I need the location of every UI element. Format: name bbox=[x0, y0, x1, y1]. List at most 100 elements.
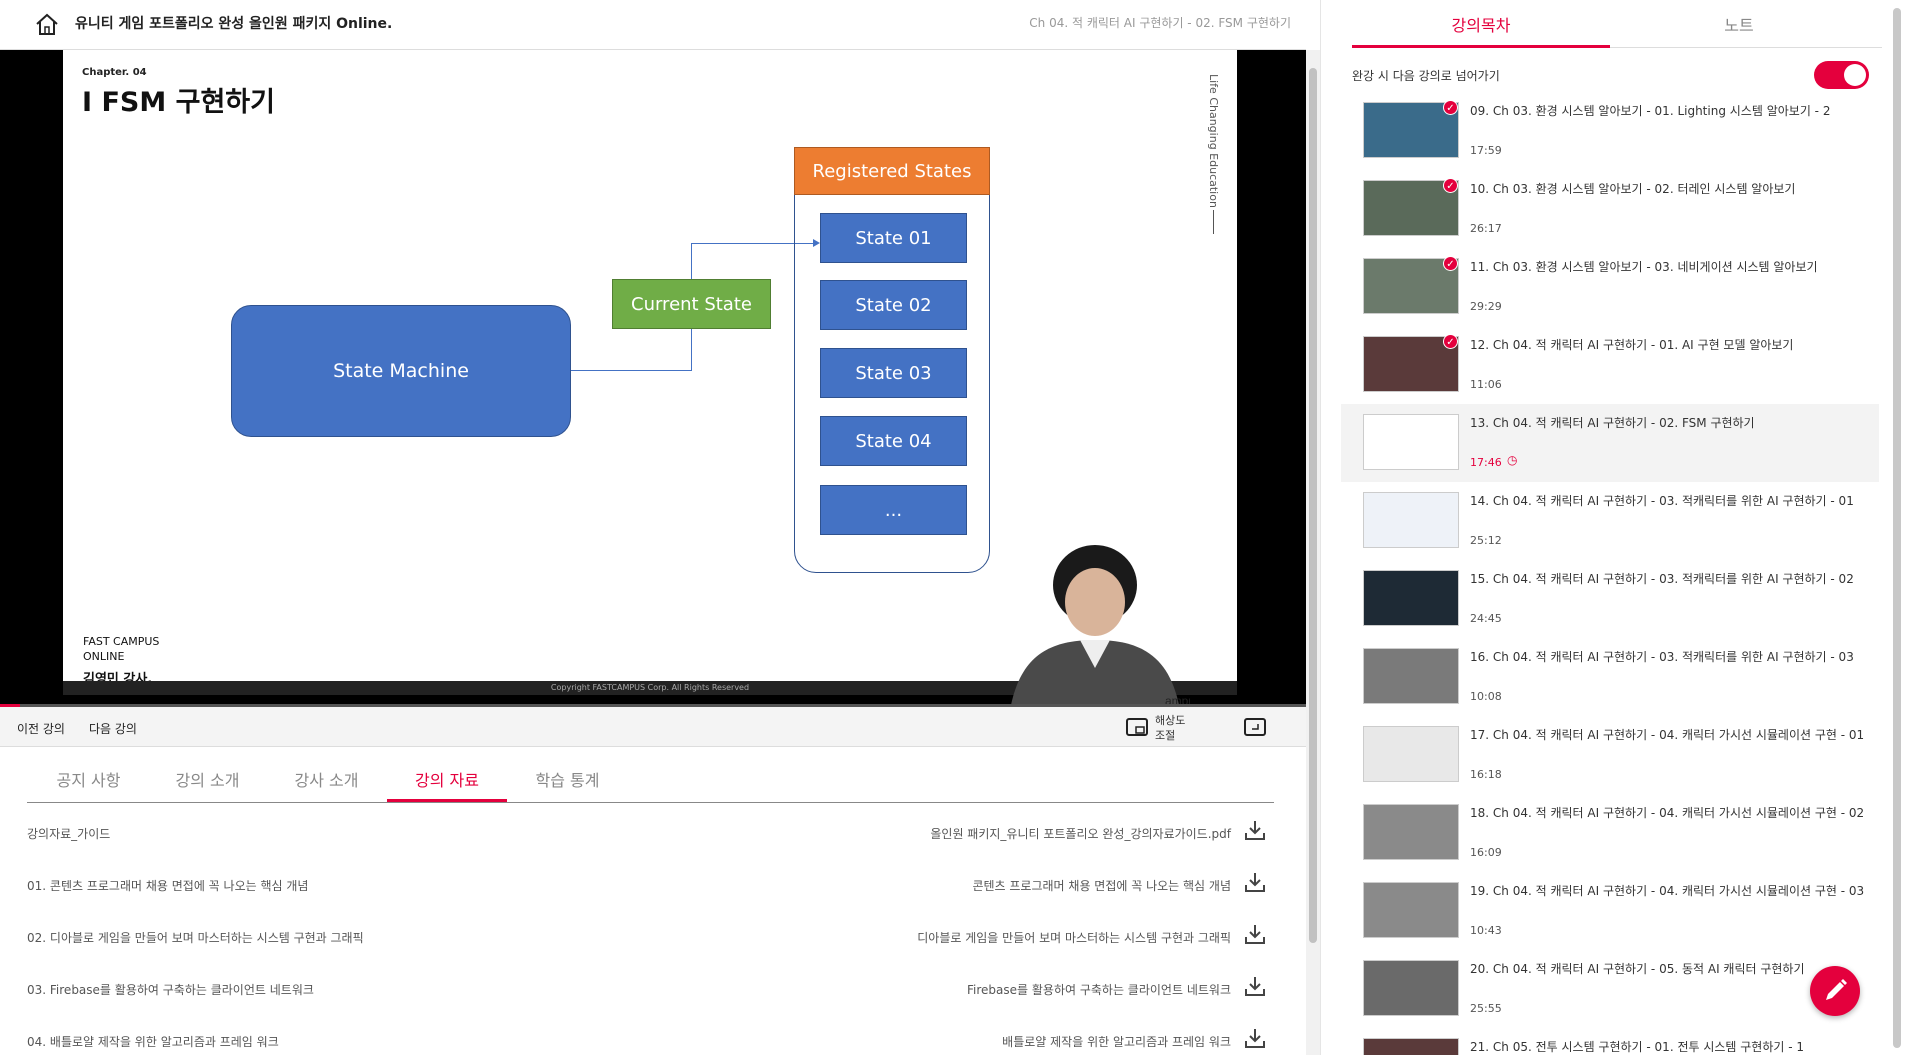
slide-chapter: Chapter. 04 bbox=[82, 67, 147, 78]
video-player[interactable]: Chapter. 04 I FSM 구현하기 Life Changing Edu… bbox=[0, 50, 1306, 707]
prev-lecture-button[interactable]: 이전 강의 bbox=[17, 720, 65, 737]
lecture-thumbnail bbox=[1363, 570, 1459, 626]
tab-materials[interactable]: 강의 자료 bbox=[387, 767, 507, 802]
download-icon[interactable] bbox=[1243, 819, 1267, 841]
lecture-item[interactable]: ✓ 12. Ch 04. 적 캐릭터 AI 구현하기 - 01. AI 구현 모델… bbox=[1341, 326, 1879, 404]
download-icon[interactable] bbox=[1243, 975, 1267, 997]
download-icon[interactable] bbox=[1243, 1027, 1267, 1049]
expand-icon[interactable] bbox=[1243, 717, 1267, 737]
state-box: State 02 bbox=[820, 280, 967, 330]
lecture-title: 13. Ch 04. 적 캐릭터 AI 구현하기 - 02. FSM 구현하기 bbox=[1470, 416, 1755, 430]
home-icon[interactable] bbox=[34, 12, 60, 36]
lecture-duration: 26:17 bbox=[1470, 222, 1502, 235]
lecture-title: 19. Ch 04. 적 캐릭터 AI 구현하기 - 04. 캐릭터 가시선 시… bbox=[1470, 884, 1865, 898]
auto-next-toggle[interactable] bbox=[1814, 61, 1869, 89]
material-row: 04. 배틀로얄 제작을 위한 알고리즘과 프레임 워크 배틀로얄 제작을 위한… bbox=[27, 1027, 1267, 1057]
top-bar: 유니티 게임 포트폴리오 완성 올인원 패키지 Online. Ch 04. 적… bbox=[0, 0, 1306, 50]
lecture-title: 12. Ch 04. 적 캐릭터 AI 구현하기 - 01. AI 구현 모델 … bbox=[1470, 338, 1794, 352]
material-row: 01. 콘텐츠 프로그래머 채용 면접에 꼭 나오는 핵심 개념 콘텐츠 프로그… bbox=[27, 871, 1267, 901]
check-icon: ✓ bbox=[1443, 178, 1458, 193]
lecture-item[interactable]: ✓ 11. Ch 03. 환경 시스템 알아보기 - 03. 네비게이션 시스템 … bbox=[1341, 248, 1879, 326]
lecture-title: 16. Ch 04. 적 캐릭터 AI 구현하기 - 03. 적캐릭터를 위한 … bbox=[1470, 650, 1854, 664]
registered-states-header: Registered States bbox=[794, 147, 990, 195]
lecture-thumbnail bbox=[1363, 648, 1459, 704]
resolution-label-2: 조절 bbox=[1155, 729, 1176, 742]
lecture-title: 17. Ch 04. 적 캐릭터 AI 구현하기 - 04. 캐릭터 가시선 시… bbox=[1470, 728, 1865, 742]
lecture-item[interactable]: ✓ 09. Ch 03. 환경 시스템 알아보기 - 01. Lighting 시… bbox=[1341, 100, 1879, 170]
material-name: 03. Firebase를 활용하여 구축하는 클라이언트 네트워크 bbox=[27, 983, 314, 997]
lecture-item[interactable]: ✓ 10. Ch 03. 환경 시스템 알아보기 - 02. 터레인 시스템 알아… bbox=[1341, 170, 1879, 248]
content-tabs: 공지 사항 강의 소개 강사 소개 강의 자료 학습 통계 bbox=[27, 747, 1274, 803]
tab-instructor[interactable]: 강사 소개 bbox=[289, 767, 364, 802]
lecture-title: 10. Ch 03. 환경 시스템 알아보기 - 02. 터레인 시스템 알아보… bbox=[1470, 182, 1796, 196]
check-icon: ✓ bbox=[1443, 334, 1458, 349]
lecture-item[interactable]: 15. Ch 04. 적 캐릭터 AI 구현하기 - 03. 적캐릭터를 위한 … bbox=[1341, 560, 1879, 638]
lecture-thumbnail bbox=[1363, 882, 1459, 938]
logo-line-1: FAST CAMPUS bbox=[83, 635, 160, 648]
write-note-button[interactable] bbox=[1810, 966, 1860, 1016]
tab-curriculum[interactable]: 강의목차 bbox=[1352, 12, 1610, 48]
state-box: State 01 bbox=[820, 213, 967, 263]
lecture-duration: 25:12 bbox=[1470, 534, 1502, 547]
tab-intro[interactable]: 강의 소개 bbox=[170, 767, 245, 802]
lecture-title: 21. Ch 05. 전투 시스템 구현하기 - 01. 전투 시스템 구현하기… bbox=[1470, 1040, 1805, 1054]
lecture-thumbnail bbox=[1363, 804, 1459, 860]
toggle-knob bbox=[1844, 64, 1866, 86]
lecture-title: 09. Ch 03. 환경 시스템 알아보기 - 01. Lighting 시스… bbox=[1470, 104, 1831, 118]
lecture-thumbnail bbox=[1363, 1038, 1459, 1055]
material-name: 02. 디아블로 게임을 만들어 보며 마스터하는 시스템 구현과 그래픽 bbox=[27, 931, 364, 945]
material-name: 강의자료_가이드 bbox=[27, 827, 111, 841]
connector-line bbox=[571, 370, 691, 371]
player-controls: 이전 강의 다음 강의 해상도 조절 bbox=[0, 707, 1306, 747]
lecture-item[interactable]: 18. Ch 04. 적 캐릭터 AI 구현하기 - 04. 캐릭터 가시선 시… bbox=[1341, 794, 1879, 872]
check-icon: ✓ bbox=[1443, 100, 1458, 115]
material-name: 04. 배틀로얄 제작을 위한 알고리즘과 프레임 워크 bbox=[27, 1035, 279, 1049]
lecture-duration: 16:18 bbox=[1470, 768, 1502, 781]
tab-notes[interactable]: 노트 bbox=[1610, 12, 1868, 48]
clock-icon: ◷ bbox=[1507, 453, 1518, 467]
current-state-box: Current State bbox=[612, 279, 771, 329]
material-file[interactable]: 디아블로 게임을 만들어 보며 마스터하는 시스템 구현과 그래픽 bbox=[917, 929, 1231, 946]
next-lecture-button[interactable]: 다음 강의 bbox=[89, 720, 137, 737]
tab-notice[interactable]: 공지 사항 bbox=[51, 767, 126, 802]
resolution-button[interactable]: 해상도 조절 bbox=[1155, 713, 1185, 743]
lecture-item[interactable]: 19. Ch 04. 적 캐릭터 AI 구현하기 - 04. 캐릭터 가시선 시… bbox=[1341, 872, 1879, 950]
lecture-item[interactable]: 20. Ch 04. 적 캐릭터 AI 구현하기 - 05. 동적 AI 캐릭터… bbox=[1341, 950, 1879, 1028]
main-scrollbar-thumb[interactable] bbox=[1309, 68, 1317, 943]
material-file[interactable]: 배틀로얄 제작을 위한 알고리즘과 프레임 워크 bbox=[1002, 1033, 1231, 1050]
state-box: State 04 bbox=[820, 416, 967, 466]
material-file[interactable]: 콘텐츠 프로그래머 채용 면접에 꼭 나오는 핵심 개념 bbox=[972, 877, 1231, 894]
sidebar-divider bbox=[1320, 0, 1321, 1055]
lecture-item[interactable]: 17. Ch 04. 적 캐릭터 AI 구현하기 - 04. 캐릭터 가시선 시… bbox=[1341, 716, 1879, 794]
lecture-title: 14. Ch 04. 적 캐릭터 AI 구현하기 - 03. 적캐릭터를 위한 … bbox=[1470, 494, 1854, 508]
lecture-item[interactable]: 16. Ch 04. 적 캐릭터 AI 구현하기 - 03. 적캐릭터를 위한 … bbox=[1341, 638, 1879, 716]
auto-next-label: 완강 시 다음 강의로 넘어가기 bbox=[1352, 69, 1500, 83]
lecture-item[interactable]: 21. Ch 05. 전투 시스템 구현하기 - 01. 전투 시스템 구현하기… bbox=[1341, 1028, 1879, 1055]
tab-stats[interactable]: 학습 통계 bbox=[530, 767, 605, 802]
course-title: 유니티 게임 포트폴리오 완성 올인원 패키지 Online. bbox=[75, 16, 393, 32]
download-icon[interactable] bbox=[1243, 871, 1267, 893]
resolution-label-1: 해상도 bbox=[1155, 714, 1186, 727]
sidebar-scrollbar-thumb[interactable] bbox=[1893, 8, 1901, 1048]
lecture-item[interactable]: 13. Ch 04. 적 캐릭터 AI 구현하기 - 02. FSM 구현하기 1… bbox=[1341, 404, 1879, 482]
lecture-title: 18. Ch 04. 적 캐릭터 AI 구현하기 - 04. 캐릭터 가시선 시… bbox=[1470, 806, 1865, 820]
material-row: 강의자료_가이드 올인원 패키지_유니티 포트폴리오 완성_강의자료가이드.pd… bbox=[27, 819, 1267, 849]
state-box: State 03 bbox=[820, 348, 967, 398]
state-machine-box: State Machine bbox=[231, 305, 571, 437]
material-file[interactable]: Firebase를 활용하여 구축하는 클라이언트 네트워크 bbox=[967, 981, 1231, 998]
lecture-item[interactable]: 14. Ch 04. 적 캐릭터 AI 구현하기 - 03. 적캐릭터를 위한 … bbox=[1341, 482, 1879, 560]
material-file[interactable]: 올인원 패키지_유니티 포트폴리오 완성_강의자료가이드.pdf bbox=[930, 825, 1231, 842]
lecture-duration: 10:08 bbox=[1470, 690, 1502, 703]
connector-line bbox=[691, 243, 692, 279]
lecture-duration: 29:29 bbox=[1470, 300, 1502, 313]
lecture-duration: 17:59 bbox=[1470, 144, 1502, 157]
pip-icon[interactable] bbox=[1125, 717, 1149, 737]
lecture-thumbnail bbox=[1363, 726, 1459, 782]
lecture-thumbnail bbox=[1363, 414, 1459, 470]
download-icon[interactable] bbox=[1243, 923, 1267, 945]
lecture-duration: 16:09 bbox=[1470, 846, 1502, 859]
lecture-list: ✓ 09. Ch 03. 환경 시스템 알아보기 - 01. Lighting 시… bbox=[1341, 100, 1879, 1055]
pencil-icon bbox=[1826, 979, 1847, 1000]
slide-vertical-text: Life Changing Education bbox=[1207, 74, 1220, 208]
fastcampus-logo: FAST CAMPUS ONLINE bbox=[83, 634, 159, 664]
